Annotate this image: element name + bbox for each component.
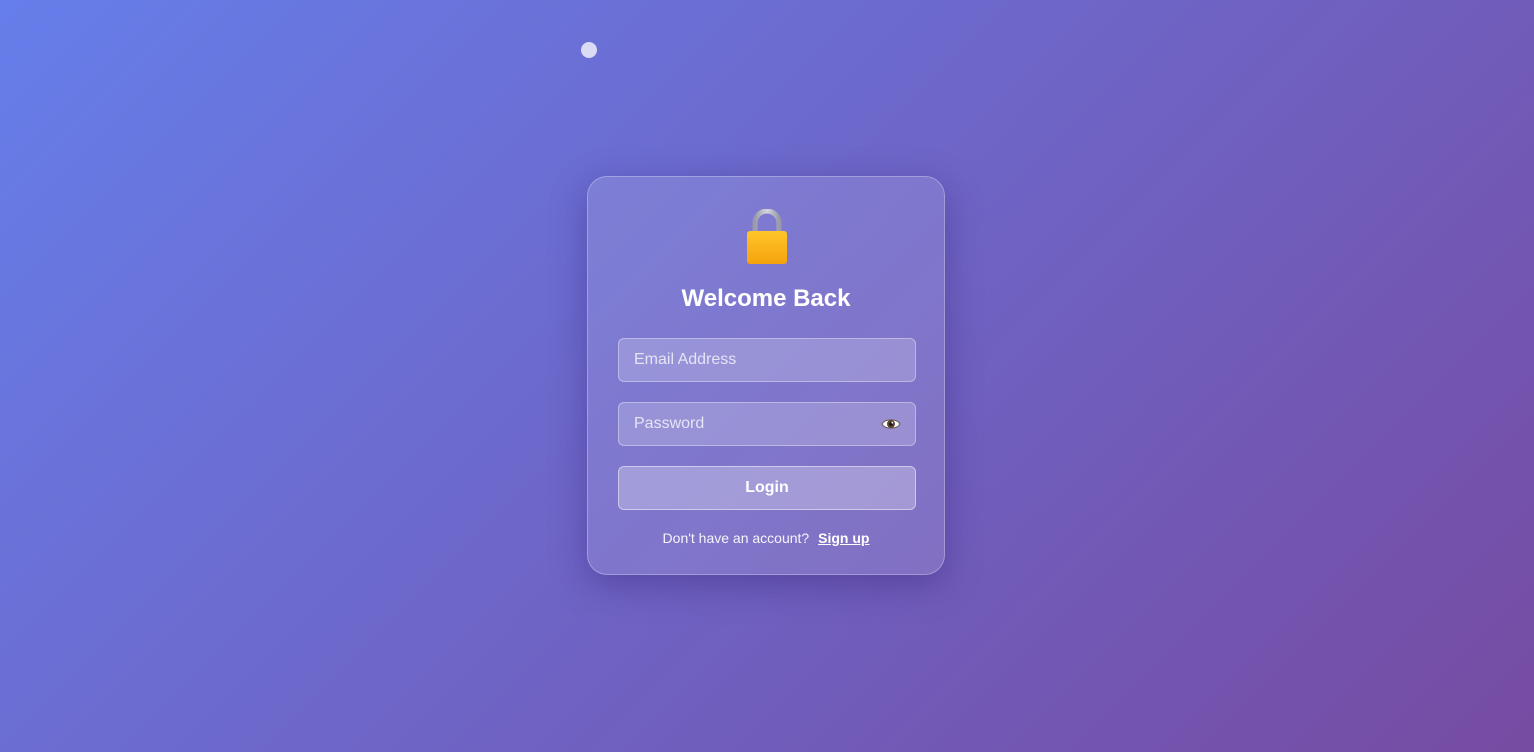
login-card: Welcome Back Login Don't have an account…	[587, 176, 945, 575]
signup-prompt-row: Don't have an account? Sign up	[588, 530, 944, 546]
page-title: Welcome Back	[681, 285, 851, 312]
login-button[interactable]: Login	[618, 466, 916, 510]
signup-prompt-text: Don't have an account?	[662, 530, 810, 546]
email-field-container	[618, 338, 916, 382]
decorative-dot-icon	[581, 42, 597, 58]
password-field[interactable]	[619, 403, 915, 445]
email-field[interactable]	[619, 339, 915, 381]
signup-link[interactable]: Sign up	[818, 530, 869, 546]
password-field-container	[618, 402, 916, 446]
lock-icon	[747, 209, 787, 264]
eye-icon[interactable]	[881, 416, 901, 432]
